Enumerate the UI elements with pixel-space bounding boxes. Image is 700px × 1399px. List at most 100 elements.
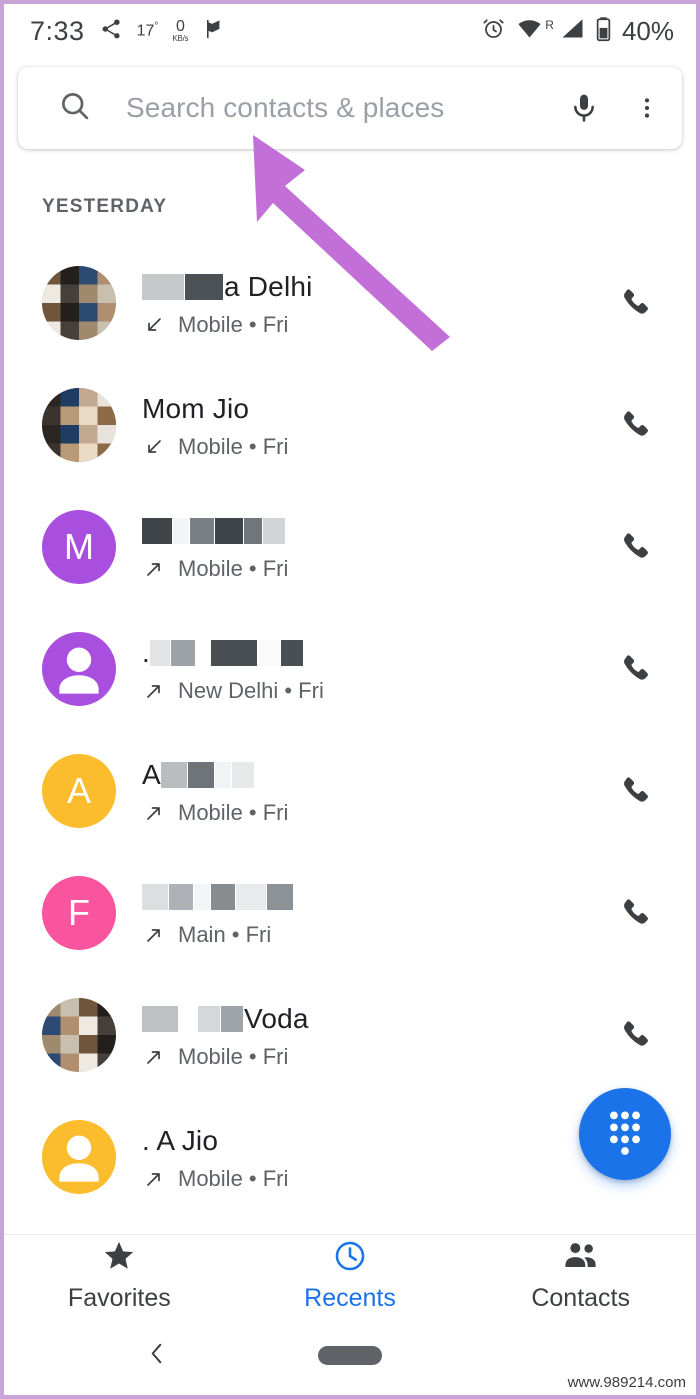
redacted-name-block — [236, 884, 266, 910]
redacted-name-block — [190, 518, 214, 544]
table-row[interactable]: . New Delhi • Fri — [4, 608, 696, 730]
section-header-yesterday: YESTERDAY — [42, 196, 168, 217]
recents-call-list[interactable]: YESTERDAY a Delhi Mobile • Fri Mom Jio Mobi… — [4, 164, 696, 1234]
search-bar[interactable]: Search contacts & places — [18, 67, 682, 149]
redacted-name-block — [179, 1006, 197, 1032]
phone-icon[interactable] — [606, 283, 666, 323]
call-subtitle: Mobile • Fri — [142, 1044, 606, 1070]
table-row[interactable]: M Mobile • Fri — [4, 486, 696, 608]
call-subtitle: Mobile • Fri — [142, 800, 606, 826]
microphone-icon[interactable] — [568, 90, 600, 126]
avatar[interactable] — [42, 1120, 116, 1194]
redacted-name-block — [142, 1006, 178, 1032]
search-icon — [58, 89, 92, 128]
bottom-tab-bar[interactable]: Favorites Recents Contacts — [4, 1234, 696, 1316]
contact-name-prefix: A — [142, 759, 161, 790]
wifi-icon — [516, 17, 543, 46]
contact-name-prefix: Mom Jio — [142, 393, 250, 424]
call-subtitle-text: Mobile • Fri — [178, 556, 289, 581]
network-speed-value: 0 — [175, 18, 185, 35]
outgoing-call-icon — [142, 1167, 166, 1191]
redacted-name-block — [185, 274, 223, 300]
call-subtitle-text: Mobile • Fri — [178, 1166, 289, 1191]
redacted-name-block — [142, 274, 184, 300]
redacted-name-block — [142, 518, 172, 544]
star-icon — [102, 1239, 136, 1278]
contact-name: Voda — [142, 1000, 606, 1038]
avatar[interactable]: F — [42, 876, 116, 950]
redacted-name-block — [263, 518, 285, 544]
avatar[interactable] — [42, 388, 116, 462]
contact-name: a Delhi — [142, 268, 606, 306]
call-row-text: A Mobile • Fri — [142, 756, 606, 826]
phone-icon[interactable] — [606, 1015, 666, 1055]
avatar[interactable]: M — [42, 510, 116, 584]
more-vert-icon[interactable] — [634, 91, 660, 125]
phone-icon[interactable] — [606, 649, 666, 689]
call-row-text: . New Delhi • Fri — [142, 634, 606, 704]
table-row[interactable]: a Delhi Mobile • Fri — [4, 242, 696, 364]
call-subtitle: Mobile • Fri — [142, 312, 606, 338]
redacted-name-block — [267, 884, 293, 910]
call-row-text: . A Jio Mobile • Fri — [142, 1122, 606, 1192]
outgoing-call-icon — [142, 923, 166, 947]
table-row[interactable]: F Main • Fri — [4, 852, 696, 974]
call-rows-container: a Delhi Mobile • Fri Mom Jio Mobile • Fri M M… — [4, 242, 696, 1218]
outgoing-call-icon — [142, 557, 166, 581]
tab-favorites[interactable]: Favorites — [4, 1239, 235, 1313]
call-subtitle: Mobile • Fri — [142, 434, 606, 460]
home-pill-icon[interactable] — [318, 1346, 382, 1365]
outgoing-call-icon — [142, 1045, 166, 1069]
call-row-text: Mom Jio Mobile • Fri — [142, 390, 606, 460]
call-subtitle: Main • Fri — [142, 922, 606, 948]
avatar[interactable] — [42, 632, 116, 706]
redacted-name-block — [210, 640, 257, 666]
phone-icon[interactable] — [606, 893, 666, 933]
contact-name-suffix: a Delhi — [224, 271, 313, 302]
call-subtitle-text: Main • Fri — [178, 922, 272, 947]
contact-name-suffix: Voda — [244, 1003, 309, 1034]
redacted-name-block — [215, 518, 243, 544]
phone-icon[interactable] — [606, 527, 666, 567]
battery-icon — [595, 16, 612, 47]
redacted-name-block — [221, 1006, 243, 1032]
call-subtitle-text: Mobile • Fri — [178, 1044, 289, 1069]
tab-contacts[interactable]: Contacts — [465, 1239, 696, 1313]
avatar[interactable]: A — [42, 754, 116, 828]
incoming-call-icon — [142, 435, 166, 459]
chevron-left-icon[interactable] — [144, 1336, 170, 1375]
table-row[interactable]: A A Mobile • Fri — [4, 730, 696, 852]
redacted-name-block — [149, 640, 170, 666]
avatar[interactable] — [42, 266, 116, 340]
call-subtitle-text: Mobile • Fri — [178, 434, 289, 459]
call-subtitle: Mobile • Fri — [142, 556, 606, 582]
call-subtitle: Mobile • Fri — [142, 1166, 606, 1192]
redacted-name-block — [195, 640, 210, 666]
people-icon — [562, 1239, 600, 1278]
phone-icon[interactable] — [606, 405, 666, 445]
contact-name-prefix: . A Jio — [142, 1125, 219, 1156]
call-subtitle-text: Mobile • Fri — [178, 312, 289, 337]
table-row[interactable]: Mom Jio Mobile • Fri — [4, 364, 696, 486]
clock-icon — [333, 1239, 367, 1278]
call-subtitle-text: New Delhi • Fri — [178, 678, 324, 703]
contact-name — [142, 512, 606, 550]
table-row[interactable]: Voda Mobile • Fri — [4, 974, 696, 1096]
status-clock: 7:33 — [30, 15, 85, 46]
temperature-unit: ° — [154, 21, 159, 33]
dialpad-fab[interactable] — [579, 1088, 671, 1180]
redacted-name-block — [173, 518, 189, 544]
tab-label-favorites: Favorites — [67, 1283, 171, 1312]
call-subtitle-text: Mobile • Fri — [178, 800, 289, 825]
phone-icon[interactable] — [606, 771, 666, 811]
search-input[interactable]: Search contacts & places — [126, 92, 568, 124]
contact-name: A — [142, 756, 606, 794]
avatar[interactable] — [42, 998, 116, 1072]
redacted-name-block — [214, 762, 231, 788]
call-row-text: a Delhi Mobile • Fri — [142, 268, 606, 338]
tab-recents[interactable]: Recents — [235, 1239, 466, 1313]
redacted-name-block — [198, 1006, 220, 1032]
share-icon — [99, 17, 123, 46]
status-bar: 7:33 17° 0 KB/s R 40% — [4, 4, 696, 58]
site-watermark: www.989214.com — [567, 1374, 686, 1391]
